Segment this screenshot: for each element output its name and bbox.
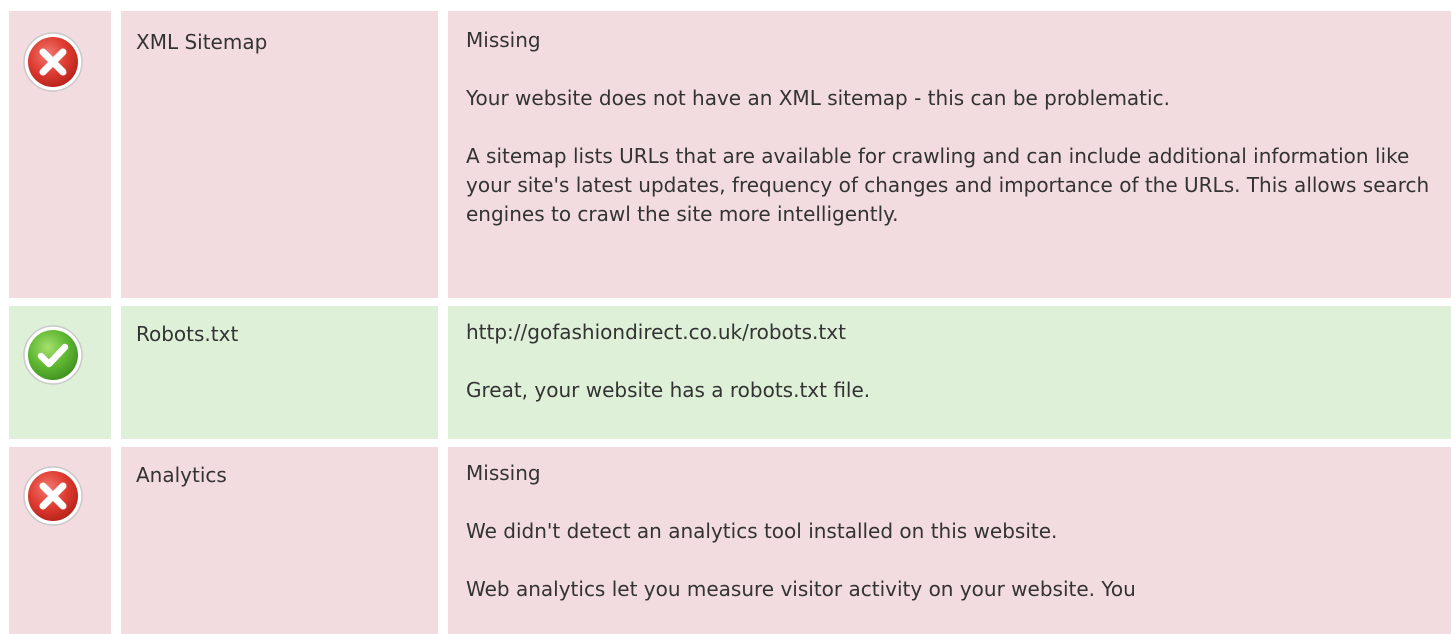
check-paragraph: A sitemap lists URLs that are available … bbox=[466, 144, 1430, 226]
check-detail-cell: Missing We didn't detect an analytics to… bbox=[448, 447, 1451, 634]
check-detail: Missing Your website does not have an XM… bbox=[466, 26, 1435, 258]
check-detail-cell: Missing Your website does not have an XM… bbox=[448, 11, 1451, 298]
check-paragraph: Web analytics let you measure visitor ac… bbox=[466, 577, 1136, 601]
check-name-cell: XML Sitemap bbox=[121, 11, 438, 298]
check-name-cell: Analytics bbox=[121, 447, 438, 634]
check-detail: http://gofashiondirect.co.uk/robots.txt … bbox=[466, 318, 1435, 434]
check-row-robots-txt: Robots.txt http://gofashiondirect.co.uk/… bbox=[0, 306, 1451, 439]
check-value: Missing bbox=[466, 461, 541, 485]
check-row-xml-sitemap: XML Sitemap Missing Your website does no… bbox=[0, 0, 1451, 298]
check-name: Robots.txt bbox=[136, 322, 239, 346]
check-paragraph: We didn't detect an analytics tool insta… bbox=[466, 519, 1058, 543]
check-value: Missing bbox=[466, 28, 541, 52]
check-paragraph: Your website does not have an XML sitema… bbox=[466, 86, 1170, 110]
error-x-icon bbox=[23, 466, 83, 526]
status-cell bbox=[9, 306, 111, 439]
check-detail-cell: http://gofashiondirect.co.uk/robots.txt … bbox=[448, 306, 1451, 439]
seo-report-table: XML Sitemap Missing Your website does no… bbox=[0, 0, 1451, 634]
status-cell bbox=[9, 447, 111, 634]
status-cell bbox=[9, 11, 111, 298]
success-check-icon bbox=[23, 325, 83, 385]
check-value: http://gofashiondirect.co.uk/robots.txt bbox=[466, 320, 846, 344]
error-x-icon bbox=[23, 32, 83, 92]
check-name: Analytics bbox=[136, 463, 227, 487]
check-name: XML Sitemap bbox=[136, 30, 268, 54]
check-name-cell: Robots.txt bbox=[121, 306, 438, 439]
check-row-analytics: Analytics Missing We didn't detect an an… bbox=[0, 447, 1451, 634]
check-detail: Missing We didn't detect an analytics to… bbox=[466, 459, 1435, 633]
check-paragraph: Great, your website has a robots.txt fil… bbox=[466, 378, 871, 402]
